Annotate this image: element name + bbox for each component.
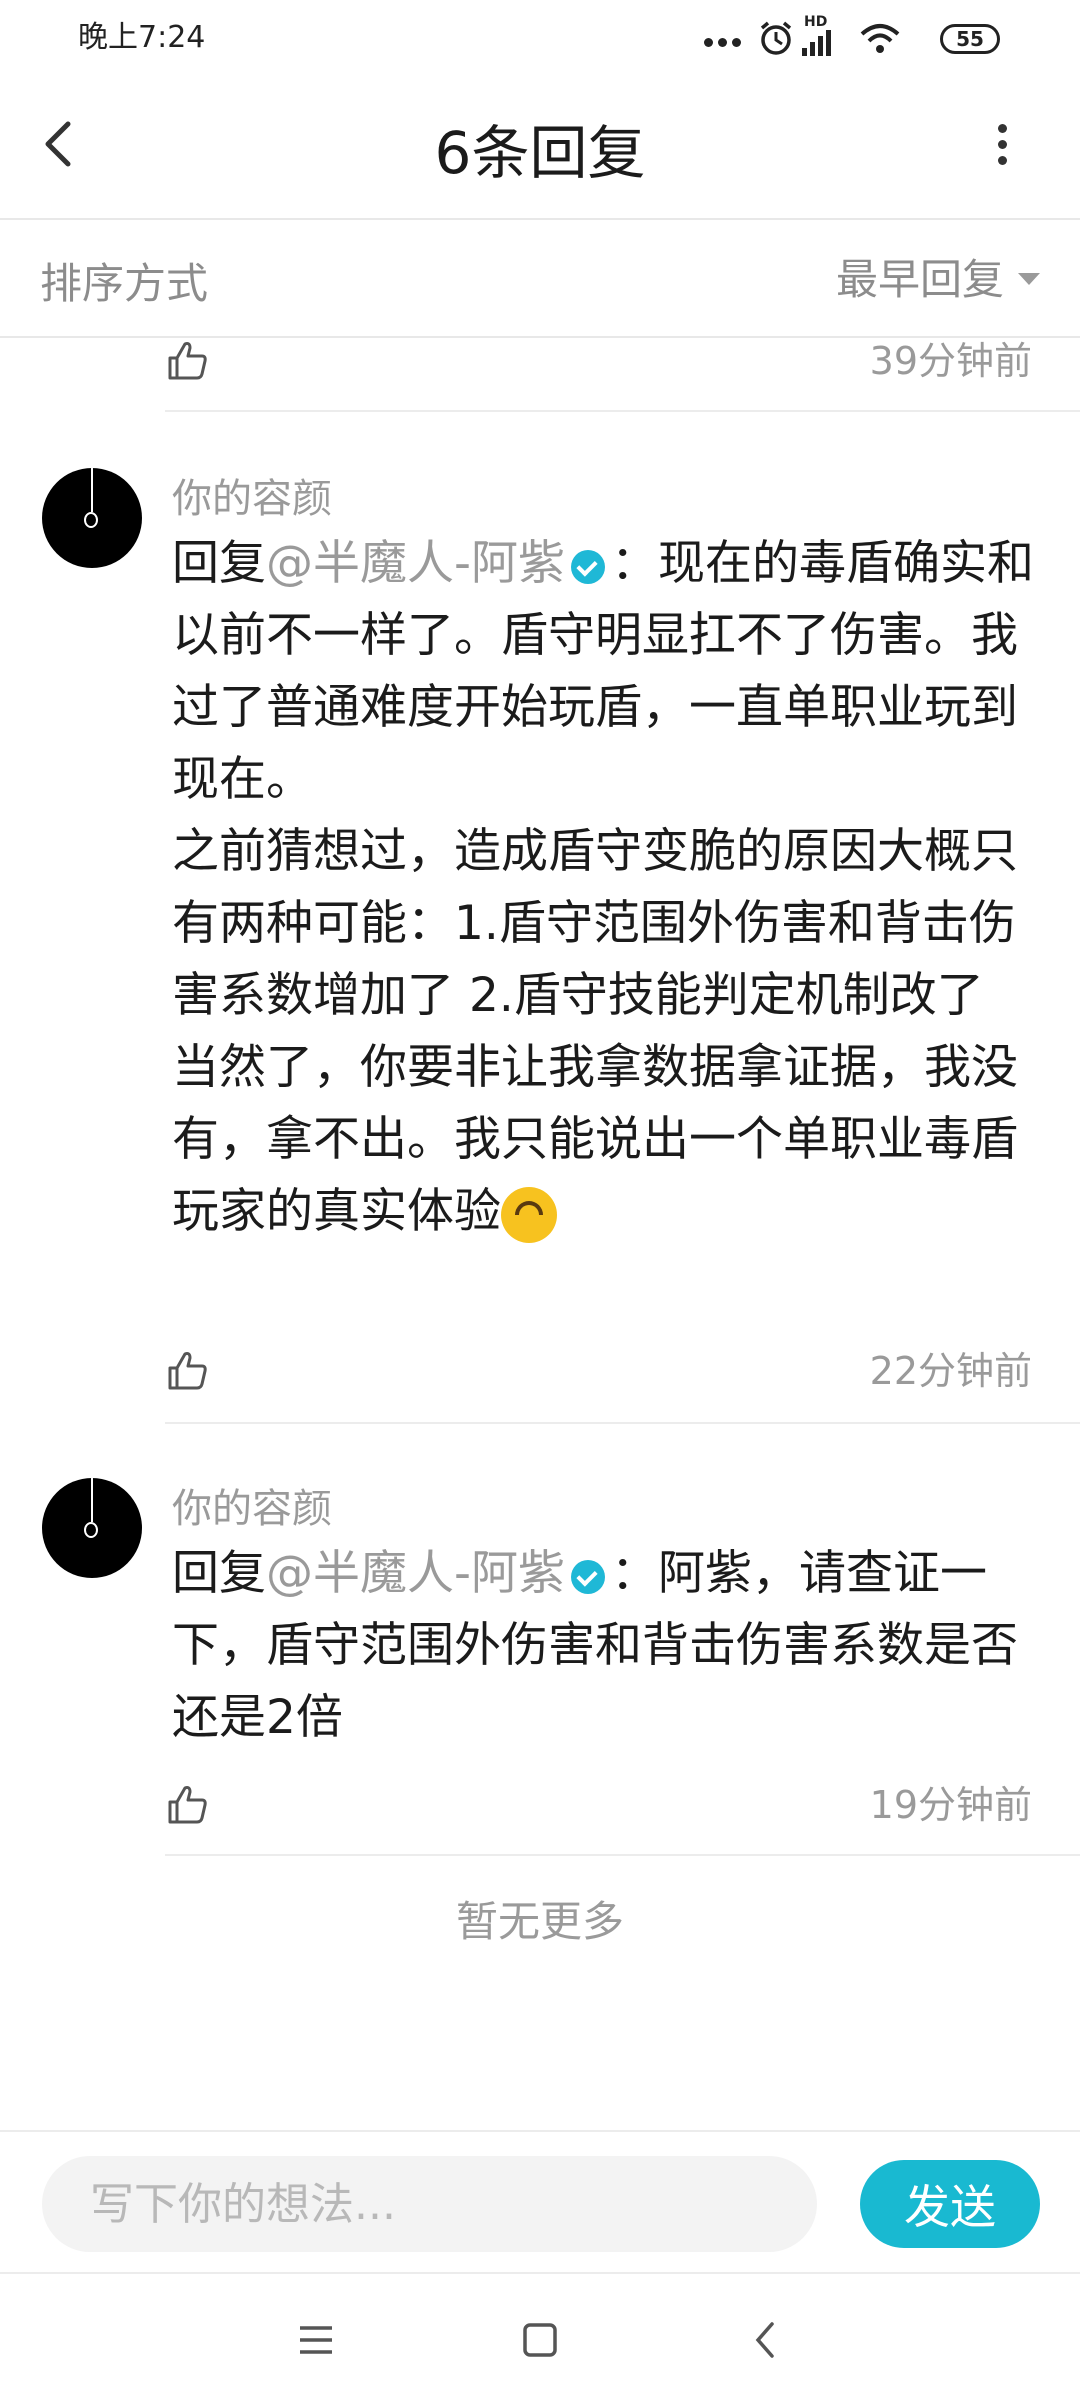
- more-dot: [718, 38, 727, 47]
- divider: [165, 1854, 1080, 1856]
- avatar-lamp-cord: [91, 468, 93, 512]
- comment-username[interactable]: 你的容颜: [172, 466, 332, 524]
- comment-time: 22分钟前: [869, 1349, 1032, 1393]
- status-time: 晚上7:24: [78, 20, 206, 55]
- more-dot-icon: [998, 140, 1007, 149]
- reply-prefix: 回复: [172, 536, 266, 591]
- avatar-bulb-icon: [84, 512, 98, 528]
- divider: [165, 1422, 1080, 1424]
- like-button[interactable]: [166, 1348, 210, 1392]
- sort-label: 排序方式: [40, 259, 209, 308]
- caret-down-icon: [1018, 273, 1040, 285]
- avatar[interactable]: [42, 1478, 142, 1578]
- comment-text: 当然了，你要非让我拿数据拿证据，我没有，拿不出。我只能说出一个单职业毒盾玩家的真…: [172, 1040, 1018, 1239]
- sort-bar: 排序方式 最早回复: [0, 220, 1080, 338]
- avatar-lamp-cord: [91, 1478, 93, 1522]
- comment-time: 19分钟前: [869, 1783, 1032, 1827]
- comment-text: 之前猜想过，造成盾守变脆的原因大概只有两种可能：1.盾守范围外伤害和背击伤害系数…: [172, 824, 1018, 1023]
- more-dot: [732, 38, 741, 47]
- signal-icon: [802, 30, 831, 56]
- divider: [165, 410, 1080, 412]
- more-dot: [704, 38, 713, 47]
- more-options-button[interactable]: [972, 114, 1032, 174]
- page-title: 6条回复: [434, 119, 646, 187]
- nav-back-icon[interactable]: [736, 2310, 796, 2370]
- more-dot-icon: [998, 124, 1007, 133]
- send-button[interactable]: 发送: [860, 2160, 1040, 2248]
- wifi-icon: [860, 24, 900, 53]
- like-button[interactable]: [166, 338, 210, 382]
- comment-time: 39分钟前: [869, 339, 1032, 383]
- comment-input-bar: 发送: [0, 2130, 1080, 2272]
- upside-down-face-emoji-icon: [501, 1186, 557, 1243]
- avatar[interactable]: [42, 468, 142, 568]
- alarm-icon: [760, 21, 792, 55]
- sort-dropdown[interactable]: 最早回复: [836, 246, 1040, 306]
- mention-link[interactable]: @半魔人-阿紫: [266, 536, 565, 591]
- title-bar: 6条回复: [0, 70, 1080, 220]
- battery-indicator: 55: [940, 24, 1000, 54]
- no-more-label: 暂无更多: [455, 1897, 624, 1946]
- verified-badge-icon: [570, 1559, 605, 1594]
- status-icons: HD 55: [660, 8, 1080, 58]
- sort-value: 最早回复: [835, 254, 1004, 304]
- verified-badge-icon: [570, 549, 605, 584]
- menu-icon[interactable]: [286, 2310, 346, 2370]
- comment-body: 回复@半魔人-阿紫 ：现在的毒盾确实和以前不一样了。盾守明显扛不了伤害。我过了普通…: [172, 528, 1042, 1248]
- comment-body: 回复@半魔人-阿紫 ：阿紫，请查证一下，盾守范围外伤害和背击伤害系数是否还是2倍: [172, 1538, 1042, 1754]
- avatar-bulb-icon: [84, 1522, 98, 1538]
- reply-prefix: 回复: [172, 1546, 266, 1601]
- home-icon[interactable]: [510, 2310, 570, 2370]
- system-nav-bar: [0, 2272, 1080, 2402]
- comment-input[interactable]: [42, 2156, 817, 2252]
- comment-username[interactable]: 你的容颜: [172, 1476, 332, 1534]
- more-dot-icon: [998, 156, 1007, 165]
- like-button[interactable]: [166, 1782, 210, 1826]
- mention-link[interactable]: @半魔人-阿紫: [266, 1546, 565, 1601]
